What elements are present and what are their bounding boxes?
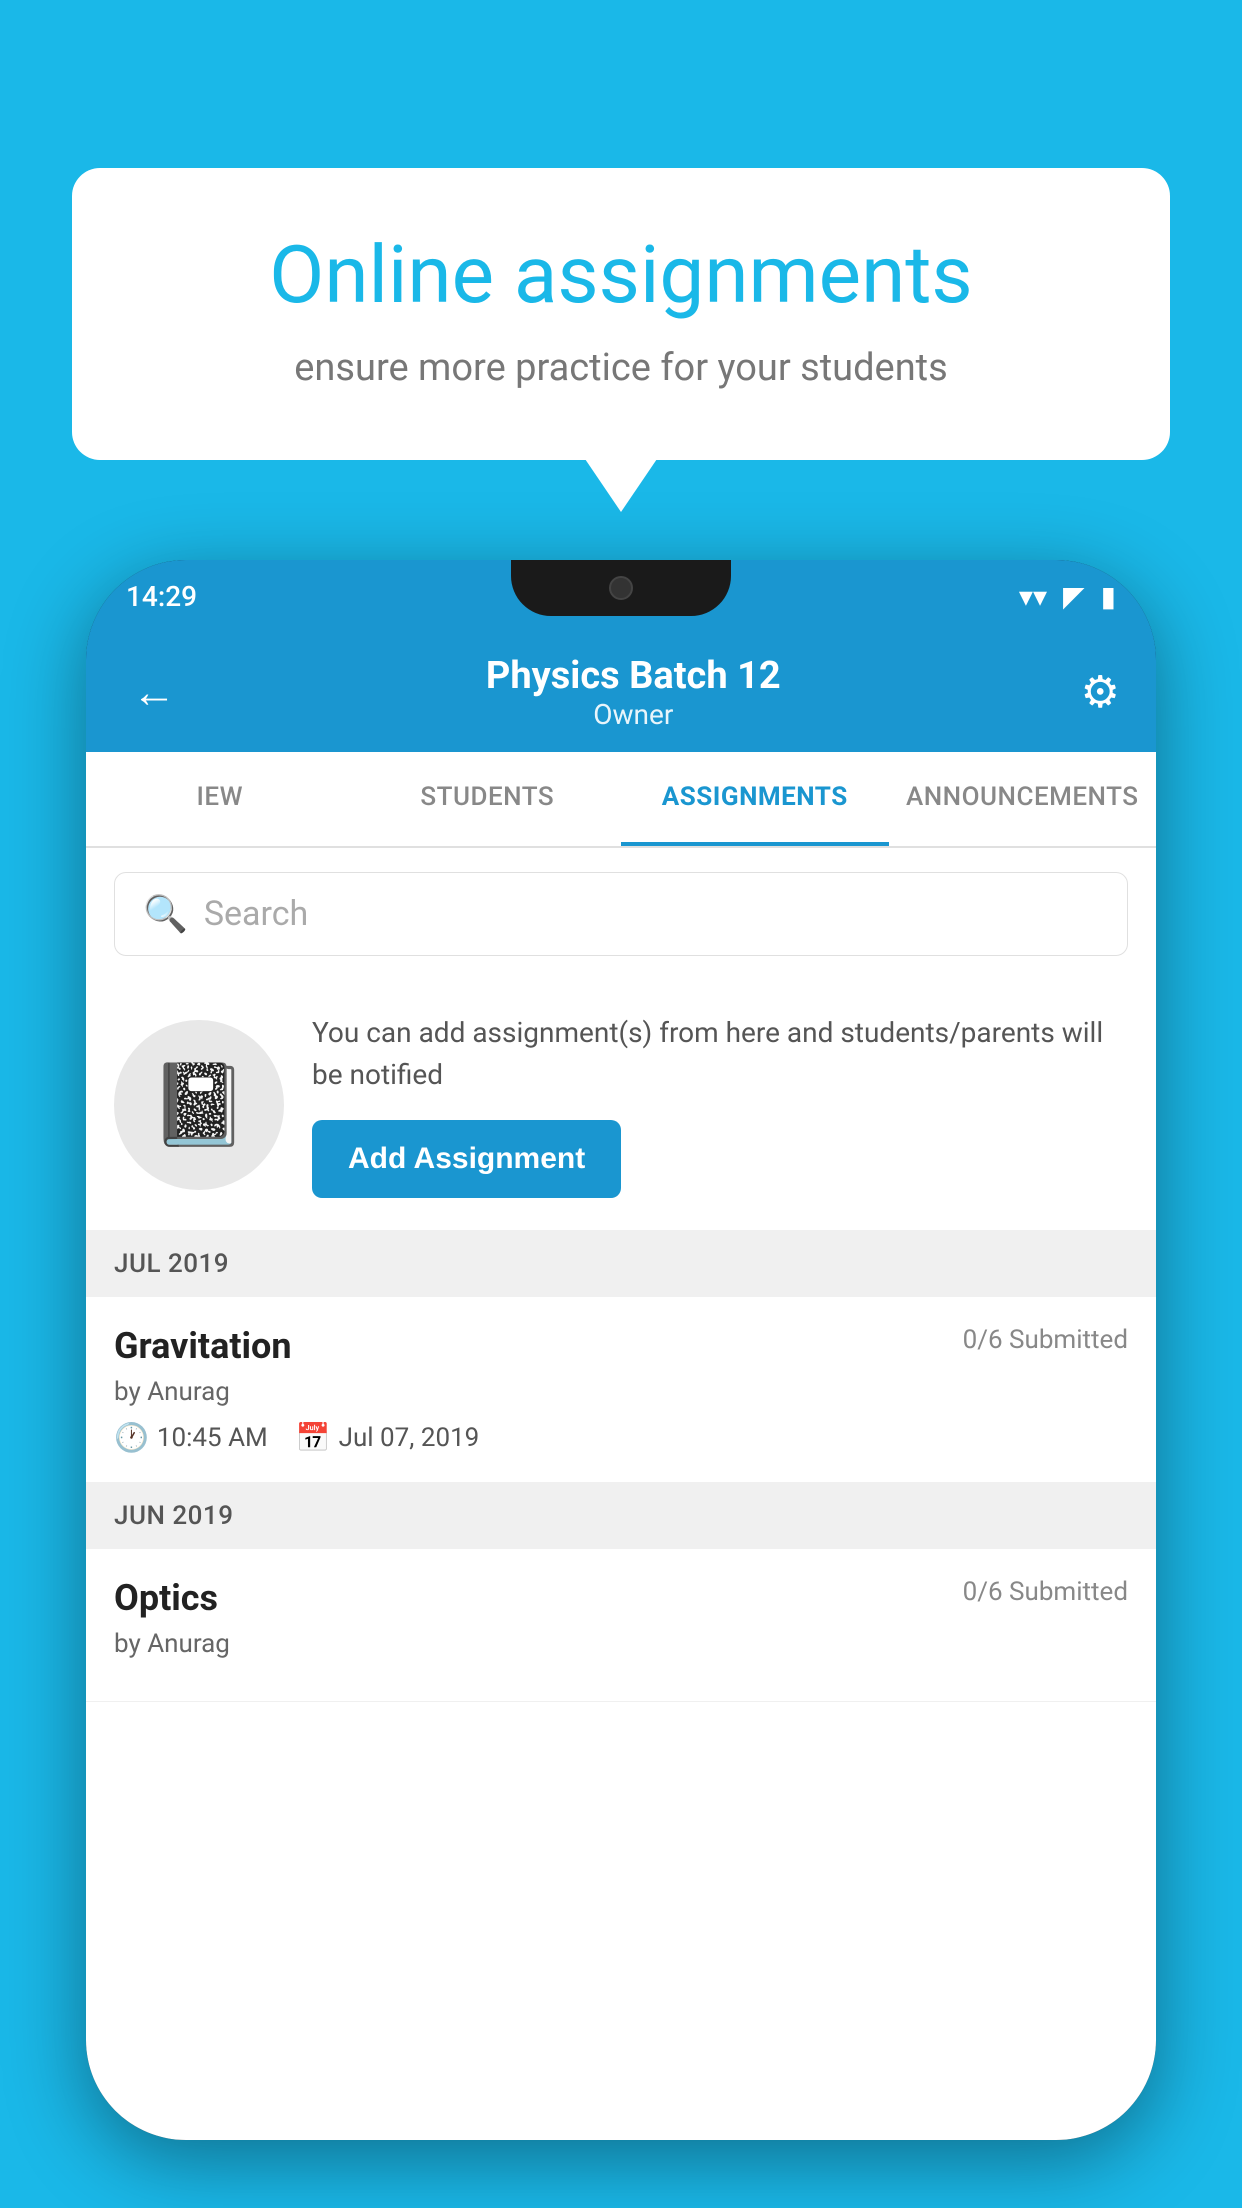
promo-text-section: You can add assignment(s) from here and … xyxy=(312,1012,1128,1198)
optics-author: by Anurag xyxy=(114,1629,1128,1659)
assignment-date-text: Jul 07, 2019 xyxy=(339,1423,480,1453)
speech-bubble-card: Online assignments ensure more practice … xyxy=(72,168,1170,460)
phone-frame: 14:29 ▾▾ ◤ ▮ ← Physics Batch 12 Owner ⚙ … xyxy=(86,560,1156,2140)
app-bar-title: Physics Batch 12 xyxy=(186,654,1081,698)
optics-submitted: 0/6 Submitted xyxy=(963,1577,1128,1607)
app-bar-subtitle: Owner xyxy=(186,698,1081,731)
status-icons: ▾▾ ◤ ▮ xyxy=(1019,580,1116,613)
status-time: 14:29 xyxy=(126,580,197,613)
assignment-date: 📅 Jul 07, 2019 xyxy=(296,1421,480,1454)
tab-assignments[interactable]: ASSIGNMENTS xyxy=(621,752,889,846)
phone-camera xyxy=(609,576,633,600)
wifi-icon: ▾▾ xyxy=(1019,580,1047,613)
section-header-jun-2019: JUN 2019 xyxy=(86,1483,1156,1549)
assignment-meta: 🕐 10:45 AM 📅 Jul 07, 2019 xyxy=(114,1421,1128,1454)
search-icon: 🔍 xyxy=(143,893,188,935)
tab-students[interactable]: STUDENTS xyxy=(354,752,622,846)
assignment-item-gravitation[interactable]: Gravitation 0/6 Submitted by Anurag 🕐 10… xyxy=(86,1297,1156,1483)
assignment-item-optics[interactable]: Optics 0/6 Submitted by Anurag xyxy=(86,1549,1156,1702)
promo-description: You can add assignment(s) from here and … xyxy=(312,1012,1128,1096)
tab-announcements[interactable]: ANNOUNCEMENTS xyxy=(889,752,1157,846)
search-container: 🔍 Search xyxy=(86,848,1156,980)
assignment-submitted: 0/6 Submitted xyxy=(963,1325,1128,1355)
assignment-item-header: Gravitation 0/6 Submitted xyxy=(114,1325,1128,1367)
app-bar: ← Physics Batch 12 Owner ⚙ xyxy=(86,632,1156,752)
notebook-icon: 📓 xyxy=(149,1058,249,1152)
back-button[interactable]: ← xyxy=(122,656,186,728)
assignment-time: 🕐 10:45 AM xyxy=(114,1421,268,1454)
promo-section: 📓 You can add assignment(s) from here an… xyxy=(86,980,1156,1231)
assignment-title: Gravitation xyxy=(114,1325,292,1367)
tabs-bar: IEW STUDENTS ASSIGNMENTS ANNOUNCEMENTS xyxy=(86,752,1156,848)
settings-button[interactable]: ⚙ xyxy=(1081,666,1120,718)
clock-icon: 🕐 xyxy=(114,1421,149,1454)
promo-icon-circle: 📓 xyxy=(114,1020,284,1190)
section-header-jul-2019: JUL 2019 xyxy=(86,1231,1156,1297)
assignment-author: by Anurag xyxy=(114,1377,1128,1407)
assignment-time-text: 10:45 AM xyxy=(157,1423,268,1453)
tab-iew[interactable]: IEW xyxy=(86,752,354,846)
search-bar[interactable]: 🔍 Search xyxy=(114,872,1128,956)
phone-notch xyxy=(511,560,731,616)
app-bar-title-section: Physics Batch 12 Owner xyxy=(186,654,1081,731)
calendar-icon: 📅 xyxy=(296,1421,331,1454)
add-assignment-button[interactable]: Add Assignment xyxy=(312,1120,621,1198)
bubble-title: Online assignments xyxy=(144,228,1098,322)
phone-screen: IEW STUDENTS ASSIGNMENTS ANNOUNCEMENTS 🔍… xyxy=(86,752,1156,2140)
search-input[interactable]: Search xyxy=(204,894,308,934)
bubble-subtitle: ensure more practice for your students xyxy=(144,346,1098,390)
signal-icon: ◤ xyxy=(1063,580,1085,613)
optics-title: Optics xyxy=(114,1577,218,1619)
battery-icon: ▮ xyxy=(1101,580,1116,613)
phone-wrapper: 14:29 ▾▾ ◤ ▮ ← Physics Batch 12 Owner ⚙ … xyxy=(86,560,1156,2208)
optics-item-header: Optics 0/6 Submitted xyxy=(114,1577,1128,1619)
